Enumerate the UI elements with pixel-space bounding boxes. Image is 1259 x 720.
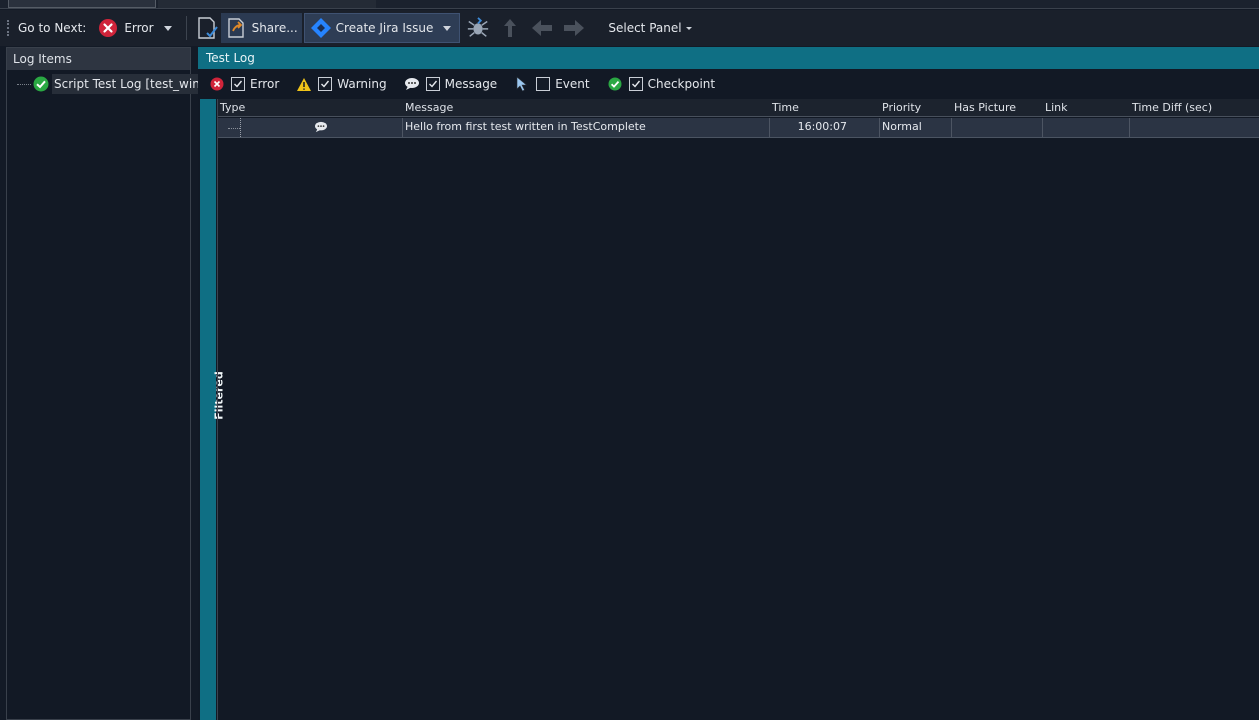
goto-next-label: Go to Next:	[18, 21, 87, 35]
arrow-up-icon	[498, 16, 522, 40]
go-to-parent-button[interactable]	[494, 13, 526, 43]
cell-type	[240, 118, 403, 137]
error-dropdown-label: Error	[124, 21, 154, 35]
success-check-icon	[33, 76, 49, 92]
column-header-type[interactable]: Type	[218, 99, 403, 117]
share-icon	[225, 16, 249, 40]
column-header-priority[interactable]: Priority	[880, 99, 952, 117]
forward-button[interactable]	[558, 13, 590, 43]
select-panel-label: Select Panel	[608, 21, 682, 35]
cell-link	[1043, 118, 1130, 137]
cell-time: 16:00:07	[770, 118, 880, 137]
filter-checkpoint-label: Checkpoint	[647, 77, 716, 91]
filter-warning[interactable]: Warning	[296, 76, 387, 92]
tree-connector	[17, 83, 31, 85]
toolbar-separator	[185, 16, 187, 40]
grid-header: Type Message Time Priority Has Picture L…	[218, 99, 1259, 117]
tree-item-label: Script Test Log [test_win_...	[52, 74, 222, 94]
error-icon	[96, 16, 120, 40]
cell-priority: Normal	[880, 118, 952, 137]
column-header-time[interactable]: Time	[770, 99, 880, 117]
cell-message: Hello from first test written in TestCom…	[403, 118, 770, 137]
arrow-left-icon	[530, 16, 554, 40]
tree-connector	[228, 128, 240, 129]
error-icon	[209, 76, 225, 92]
bug-arrows-icon	[466, 16, 490, 40]
share-button[interactable]: Share...	[220, 13, 302, 43]
checkpoint-checkbox[interactable]	[628, 77, 643, 91]
document-check-icon	[195, 16, 219, 40]
column-header-message[interactable]: Message	[403, 99, 770, 117]
log-items-title: Log Items	[7, 48, 190, 70]
log-grid: Type Message Time Priority Has Picture L…	[217, 99, 1259, 720]
column-header-has-picture[interactable]: Has Picture	[952, 99, 1043, 117]
filter-message-label: Message	[444, 77, 498, 91]
test-log-title: Test Log	[198, 47, 1259, 69]
log-toolbar: Go to Next: Error Share... Create Jira I…	[0, 10, 1259, 46]
filter-warning-label: Warning	[337, 77, 387, 91]
filter-event[interactable]: Event	[514, 76, 590, 92]
log-items-panel: Log Items Script Test Log [test_win_...	[6, 47, 222, 720]
document-tab-active[interactable]	[8, 0, 156, 8]
error-checkbox[interactable]	[231, 77, 245, 91]
filter-error[interactable]: Error	[209, 76, 279, 92]
message-icon	[314, 121, 328, 136]
chevron-down-icon	[163, 25, 172, 31]
event-checkbox[interactable]	[536, 77, 551, 91]
warning-checkbox[interactable]	[318, 77, 333, 91]
column-header-link[interactable]: Link	[1043, 99, 1130, 117]
warning-icon	[296, 76, 312, 92]
tree-item-script-test-log[interactable]: Script Test Log [test_win_...	[17, 73, 222, 95]
test-log-panel: Test Log Error Warning Message Event Che…	[198, 47, 1259, 720]
cell-time-diff	[1130, 118, 1259, 137]
table-row[interactable]: Hello from first test written in TestCom…	[218, 118, 1259, 138]
create-jira-issue-button[interactable]: Create Jira Issue	[303, 13, 461, 43]
document-tab[interactable]	[158, 0, 376, 8]
message-checkbox[interactable]	[425, 77, 440, 91]
filter-error-label: Error	[250, 77, 280, 91]
back-button[interactable]	[526, 13, 558, 43]
arrow-right-icon	[562, 16, 586, 40]
cell-has-picture	[952, 118, 1043, 137]
jira-icon	[309, 16, 333, 40]
chevron-down-icon	[685, 26, 692, 30]
goto-next-error-dropdown[interactable]: Error	[92, 13, 179, 43]
bug-report-button[interactable]	[462, 13, 494, 43]
filter-message[interactable]: Message	[404, 76, 498, 92]
filter-checkpoint[interactable]: Checkpoint	[607, 76, 716, 92]
filter-event-label: Event	[555, 77, 590, 91]
cursor-pointer-icon	[514, 76, 530, 92]
log-filter-bar: Error Warning Message Event Checkpoint	[198, 69, 1259, 99]
select-panel-button[interactable]: Select Panel	[604, 13, 699, 43]
success-check-icon	[607, 76, 623, 92]
jira-label: Create Jira Issue	[335, 21, 434, 35]
message-icon	[404, 76, 420, 92]
chevron-down-icon[interactable]	[443, 25, 452, 31]
toolbar-grip[interactable]	[7, 20, 9, 36]
share-label: Share...	[251, 21, 298, 35]
document-tab-strip	[0, 0, 1259, 9]
column-header-time-diff[interactable]: Time Diff (sec)	[1130, 99, 1259, 117]
mark-checked-button[interactable]	[193, 13, 221, 43]
filtered-indicator[interactable]: Filtered	[200, 99, 226, 720]
